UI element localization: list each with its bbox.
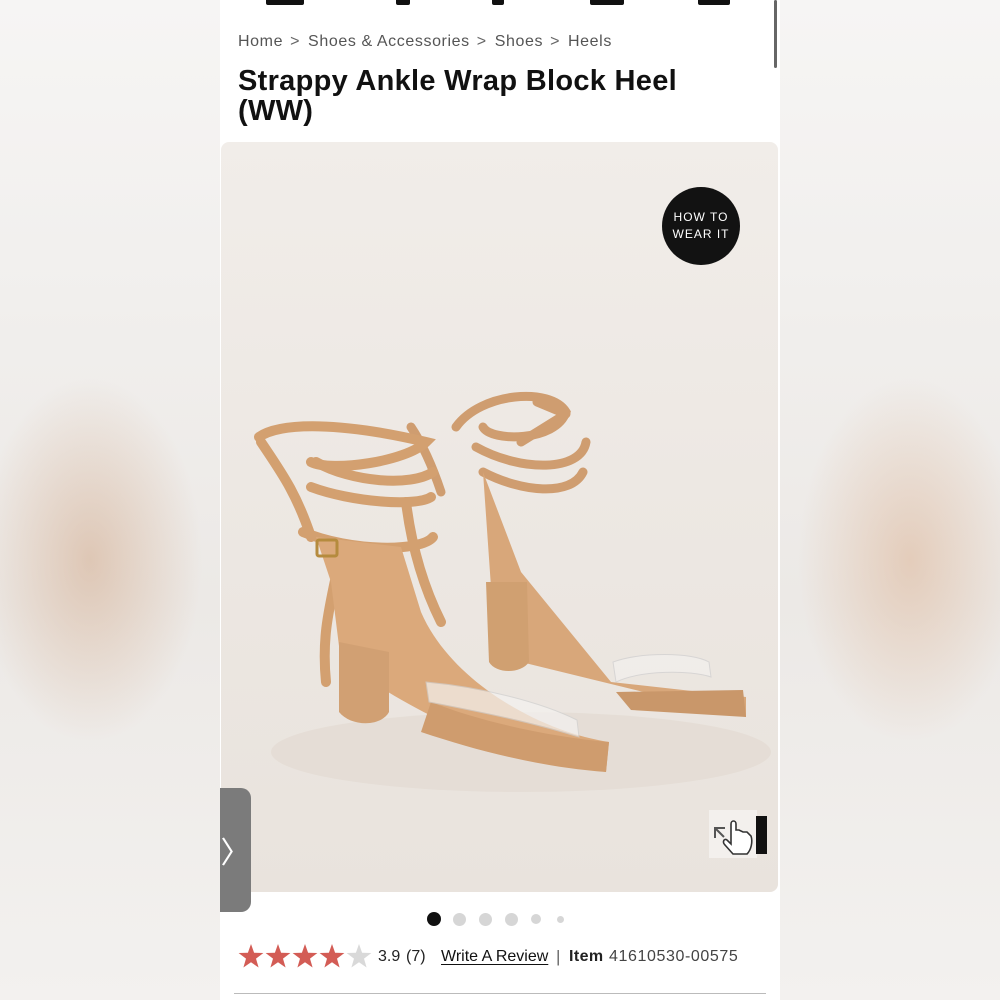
- product-image[interactable]: HOW TO WEAR IT: [221, 142, 778, 892]
- location-icon[interactable]: [492, 0, 504, 5]
- rating-row: 3.9 (7) Write A Review | Item 41610530-0…: [238, 942, 778, 972]
- next-image-tab[interactable]: 〉: [220, 788, 251, 912]
- pagination-dot[interactable]: [531, 914, 541, 924]
- star-filled-icon: [292, 944, 318, 968]
- pagination-dot[interactable]: [479, 913, 492, 926]
- breadcrumb-separator: >: [290, 33, 301, 50]
- rating-value: 3.9: [378, 948, 401, 965]
- divider-pipe: |: [556, 947, 561, 966]
- search-icon[interactable]: [396, 0, 410, 5]
- star-filled-icon: [319, 944, 345, 968]
- breadcrumb-home[interactable]: Home: [238, 33, 283, 50]
- expand-hand-icon: [709, 810, 767, 858]
- pagination-dot[interactable]: [557, 916, 564, 923]
- pagination-dot[interactable]: [505, 913, 518, 926]
- item-label: Item: [569, 948, 604, 965]
- star-rating[interactable]: [238, 942, 376, 972]
- how-to-wear-line-1: HOW TO: [673, 210, 729, 224]
- account-icon[interactable]: [590, 0, 624, 5]
- breadcrumb-separator: >: [550, 33, 561, 50]
- how-to-wear-it-button[interactable]: HOW TO WEAR IT: [662, 187, 740, 265]
- how-to-wear-line-2: WEAR IT: [672, 227, 730, 241]
- zoom-control[interactable]: [709, 810, 769, 860]
- item-number: 41610530-00575: [609, 948, 739, 965]
- top-navigation: [220, 0, 780, 12]
- breadcrumb-shoes-accessories[interactable]: Shoes & Accessories: [308, 33, 470, 50]
- write-review-link[interactable]: Write A Review: [441, 948, 548, 966]
- product-title: Strappy Ankle Wrap Block Heel (WW): [238, 65, 677, 127]
- breadcrumb-separator: >: [476, 33, 487, 50]
- breadcrumb-shoes[interactable]: Shoes: [495, 33, 543, 50]
- star-empty-icon: [346, 944, 372, 968]
- scrollbar[interactable]: [774, 0, 777, 68]
- bag-icon[interactable]: [698, 0, 730, 5]
- pagination-dot[interactable]: [453, 913, 466, 926]
- pagination-dot-active[interactable]: [427, 912, 441, 926]
- mobile-page: Home > Shoes & Accessories > Shoes > Heels Str…: [220, 0, 780, 1000]
- section-divider: [234, 993, 766, 994]
- chevron-right-icon: 〉: [220, 837, 251, 870]
- star-filled-icon: [238, 944, 264, 968]
- menu-icon[interactable]: [266, 0, 304, 5]
- star-filled-icon: [265, 944, 291, 968]
- breadcrumb: Home > Shoes & Accessories > Shoes > Heels: [238, 33, 612, 51]
- breadcrumb-heels[interactable]: Heels: [568, 33, 612, 50]
- review-count[interactable]: (7): [406, 948, 426, 966]
